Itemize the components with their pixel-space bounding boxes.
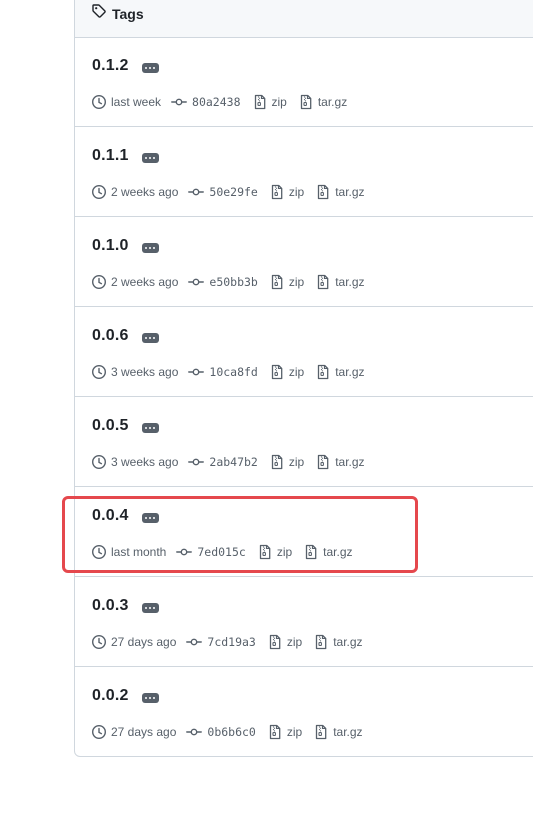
clock-icon (91, 634, 107, 650)
file-zip-icon (313, 634, 329, 650)
targz-download-link[interactable]: tar.gz (335, 365, 364, 379)
kebab-horizontal-icon[interactable] (141, 332, 159, 343)
file-zip-icon (269, 274, 285, 290)
file-zip-icon (269, 454, 285, 470)
tag-relative-time: 27 days ago (111, 635, 177, 649)
tag-name-link[interactable]: 0.0.6 (92, 327, 129, 345)
tag-row: 0.1.1 2 weeks ago 50e29fe zip tar.gz (75, 127, 533, 217)
zip-download-link[interactable]: zip (287, 635, 302, 649)
commit-sha-link[interactable]: 80a2438 (192, 95, 240, 109)
tag-meta: 27 days ago 7cd19a3 zip tar.gz (91, 634, 363, 650)
commit-sha-link[interactable]: 0b6b6c0 (207, 725, 255, 739)
tag-meta: last week 80a2438 zip tar.gz (91, 94, 347, 110)
tag-meta: 27 days ago 0b6b6c0 zip tar.gz (91, 724, 363, 740)
tag-row: 0.1.0 2 weeks ago e50bb3b zip tar.gz (75, 217, 533, 307)
tag-row: 0.0.2 27 days ago 0b6b6c0 zip tar.gz (75, 667, 533, 757)
clock-icon (91, 94, 107, 110)
zip-download-link[interactable]: zip (287, 725, 302, 739)
clock-icon (91, 364, 107, 380)
clock-icon (91, 724, 107, 740)
tag-name-link[interactable]: 0.1.2 (92, 57, 129, 75)
tag-relative-time: last week (111, 95, 162, 109)
file-zip-icon (267, 724, 283, 740)
file-zip-icon (315, 274, 331, 290)
tag-meta: 3 weeks ago 2ab47b2 zip tar.gz (91, 454, 365, 470)
git-commit-icon (188, 184, 205, 200)
tags-panel: Tags 0.1.2 last week 80a2438 zip tar.gz 0.1.1… (74, 0, 533, 757)
tag-relative-time: 3 weeks ago (111, 365, 179, 379)
tag-relative-time: 2 weeks ago (111, 275, 179, 289)
kebab-horizontal-icon[interactable] (141, 602, 159, 613)
zip-download-link[interactable]: zip (289, 275, 304, 289)
tag-title-line: 0.0.5 (92, 417, 159, 435)
clock-icon (91, 274, 107, 290)
git-commit-icon (186, 634, 203, 650)
highlight-box (62, 496, 418, 573)
tag-name-link[interactable]: 0.1.0 (92, 237, 129, 255)
kebab-horizontal-icon[interactable] (141, 62, 159, 73)
file-zip-icon (298, 94, 314, 110)
targz-download-link[interactable]: tar.gz (318, 95, 347, 109)
targz-download-link[interactable]: tar.gz (335, 185, 364, 199)
file-zip-icon (315, 364, 331, 380)
tag-row: 0.1.2 last week 80a2438 zip tar.gz (75, 37, 533, 127)
file-zip-icon (252, 94, 268, 110)
kebab-horizontal-icon[interactable] (141, 692, 159, 703)
file-zip-icon (313, 724, 329, 740)
tag-title-line: 0.1.1 (92, 147, 159, 165)
targz-download-link[interactable]: tar.gz (333, 635, 362, 649)
clock-icon (91, 184, 107, 200)
kebab-horizontal-icon[interactable] (141, 242, 159, 253)
tag-row: 0.0.5 3 weeks ago 2ab47b2 zip tar.gz (75, 397, 533, 487)
commit-sha-link[interactable]: 7cd19a3 (207, 635, 255, 649)
commit-sha-link[interactable]: e50bb3b (209, 275, 257, 289)
commit-sha-link[interactable]: 10ca8fd (209, 365, 257, 379)
file-zip-icon (267, 634, 283, 650)
tag-row: 0.0.6 3 weeks ago 10ca8fd zip tar.gz (75, 307, 533, 397)
commit-sha-link[interactable]: 2ab47b2 (209, 455, 257, 469)
targz-download-link[interactable]: tar.gz (333, 725, 362, 739)
git-commit-icon (188, 274, 205, 290)
tag-meta: 2 weeks ago e50bb3b zip tar.gz (91, 274, 365, 290)
tag-icon (91, 3, 107, 24)
targz-download-link[interactable]: tar.gz (335, 275, 364, 289)
zip-download-link[interactable]: zip (272, 95, 287, 109)
tag-title-line: 0.0.2 (92, 687, 159, 705)
tag-title-line: 0.1.2 (92, 57, 159, 75)
git-commit-icon (171, 94, 187, 110)
tag-relative-time: 27 days ago (111, 725, 177, 739)
tag-name-link[interactable]: 0.0.3 (92, 597, 129, 615)
file-zip-icon (315, 184, 331, 200)
tag-name-link[interactable]: 0.0.2 (92, 687, 129, 705)
tag-name-link[interactable]: 0.1.1 (92, 147, 129, 165)
tag-title-line: 0.1.0 (92, 237, 159, 255)
file-zip-icon (315, 454, 331, 470)
tags-heading: Tags (112, 5, 144, 22)
git-commit-icon (186, 724, 203, 740)
tags-header-title[interactable]: Tags (91, 3, 144, 24)
zip-download-link[interactable]: zip (289, 365, 304, 379)
tag-meta: 2 weeks ago 50e29fe zip tar.gz (91, 184, 365, 200)
tag-row: 0.0.3 27 days ago 7cd19a3 zip tar.gz (75, 577, 533, 667)
tag-relative-time: 2 weeks ago (111, 185, 179, 199)
tag-meta: 3 weeks ago 10ca8fd zip tar.gz (91, 364, 365, 380)
clock-icon (91, 454, 107, 470)
kebab-horizontal-icon[interactable] (141, 152, 159, 163)
commit-sha-link[interactable]: 50e29fe (209, 185, 257, 199)
zip-download-link[interactable]: zip (289, 455, 304, 469)
tags-panel-header: Tags (75, 0, 533, 38)
file-zip-icon (269, 184, 285, 200)
tag-title-line: 0.0.3 (92, 597, 159, 615)
git-commit-icon (188, 454, 205, 470)
tag-relative-time: 3 weeks ago (111, 455, 179, 469)
targz-download-link[interactable]: tar.gz (335, 455, 364, 469)
tag-name-link[interactable]: 0.0.5 (92, 417, 129, 435)
zip-download-link[interactable]: zip (289, 185, 304, 199)
git-commit-icon (188, 364, 205, 380)
tag-title-line: 0.0.6 (92, 327, 159, 345)
kebab-horizontal-icon[interactable] (141, 422, 159, 433)
file-zip-icon (269, 364, 285, 380)
